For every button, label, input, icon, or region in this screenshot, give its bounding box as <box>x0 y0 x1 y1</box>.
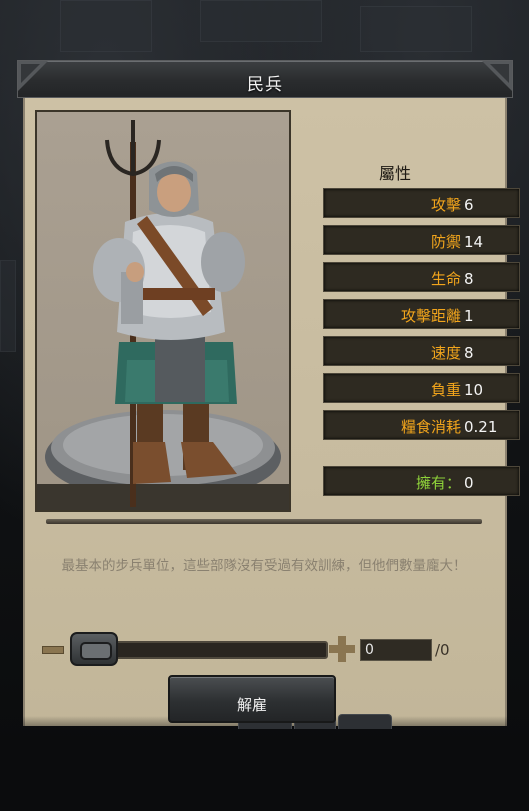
dismiss-button-label: 解雇 <box>236 696 267 714</box>
attributes-heading: 屬性 <box>379 164 412 183</box>
owned-label: 擁有： <box>415 474 461 492</box>
dismiss-button[interactable]: 解雇 <box>168 675 336 723</box>
unit-portrait <box>35 110 291 512</box>
decrease-button[interactable] <box>42 646 64 654</box>
attribute-label: 防禦 <box>430 233 461 251</box>
bottom-overlay <box>0 716 529 811</box>
owned-count-row: 擁有： 0 <box>323 466 520 496</box>
section-divider <box>46 519 482 524</box>
owned-value: 0 <box>464 474 474 492</box>
attribute-label: 攻擊 <box>430 196 461 214</box>
background-tab <box>338 714 392 729</box>
dialog-title: 民兵 <box>247 75 283 95</box>
attribute-row-speed: 速度 8 <box>323 336 520 366</box>
attribute-row-attack: 攻擊 6 <box>323 188 520 218</box>
attribute-value: 10 <box>464 381 484 399</box>
attribute-row-defense: 防禦 14 <box>323 225 520 255</box>
background-building <box>0 260 16 352</box>
attribute-value: 8 <box>464 270 474 288</box>
background-building <box>360 6 472 52</box>
quantity-input[interactable]: 0 <box>360 639 432 661</box>
militia-soldier-image <box>37 120 289 510</box>
slider-grip-icon <box>80 642 112 660</box>
attribute-label: 負重 <box>430 381 461 399</box>
increase-button[interactable] <box>329 636 355 662</box>
game-screen: 民兵 屬性 攻擊 6 防禦 14 生命 8 攻擊距離 1 速度 8 負重 10 … <box>0 0 529 811</box>
attribute-label: 攻擊距離 <box>400 307 461 325</box>
attribute-row-food-consumption: 糧食消耗 0.21 <box>323 410 520 440</box>
unit-description: 最基本的步兵單位，這些部隊沒有受過有效訓練，但他們數量龐大！ <box>61 558 467 574</box>
slider-handle[interactable] <box>70 632 118 666</box>
attribute-row-attack-range: 攻擊距離 1 <box>323 299 520 329</box>
attribute-label: 速度 <box>430 344 461 362</box>
attribute-value: 1 <box>464 307 474 325</box>
attribute-value: 0.21 <box>464 418 498 436</box>
unit-detail-dialog: 民兵 屬性 攻擊 6 防禦 14 生命 8 攻擊距離 1 速度 8 負重 10 … <box>17 60 520 726</box>
quantity-max: /0 <box>435 641 450 659</box>
attribute-value: 14 <box>464 233 484 251</box>
attribute-value: 8 <box>464 344 474 362</box>
background-building <box>60 0 152 52</box>
attribute-label: 糧食消耗 <box>400 418 461 436</box>
background-building <box>200 0 322 42</box>
attribute-value: 6 <box>464 196 474 214</box>
attribute-label: 生命 <box>430 270 461 288</box>
attribute-row-load: 負重 10 <box>323 373 520 403</box>
dialog-title-bar: 民兵 <box>17 60 513 98</box>
attribute-row-health: 生命 8 <box>323 262 520 292</box>
